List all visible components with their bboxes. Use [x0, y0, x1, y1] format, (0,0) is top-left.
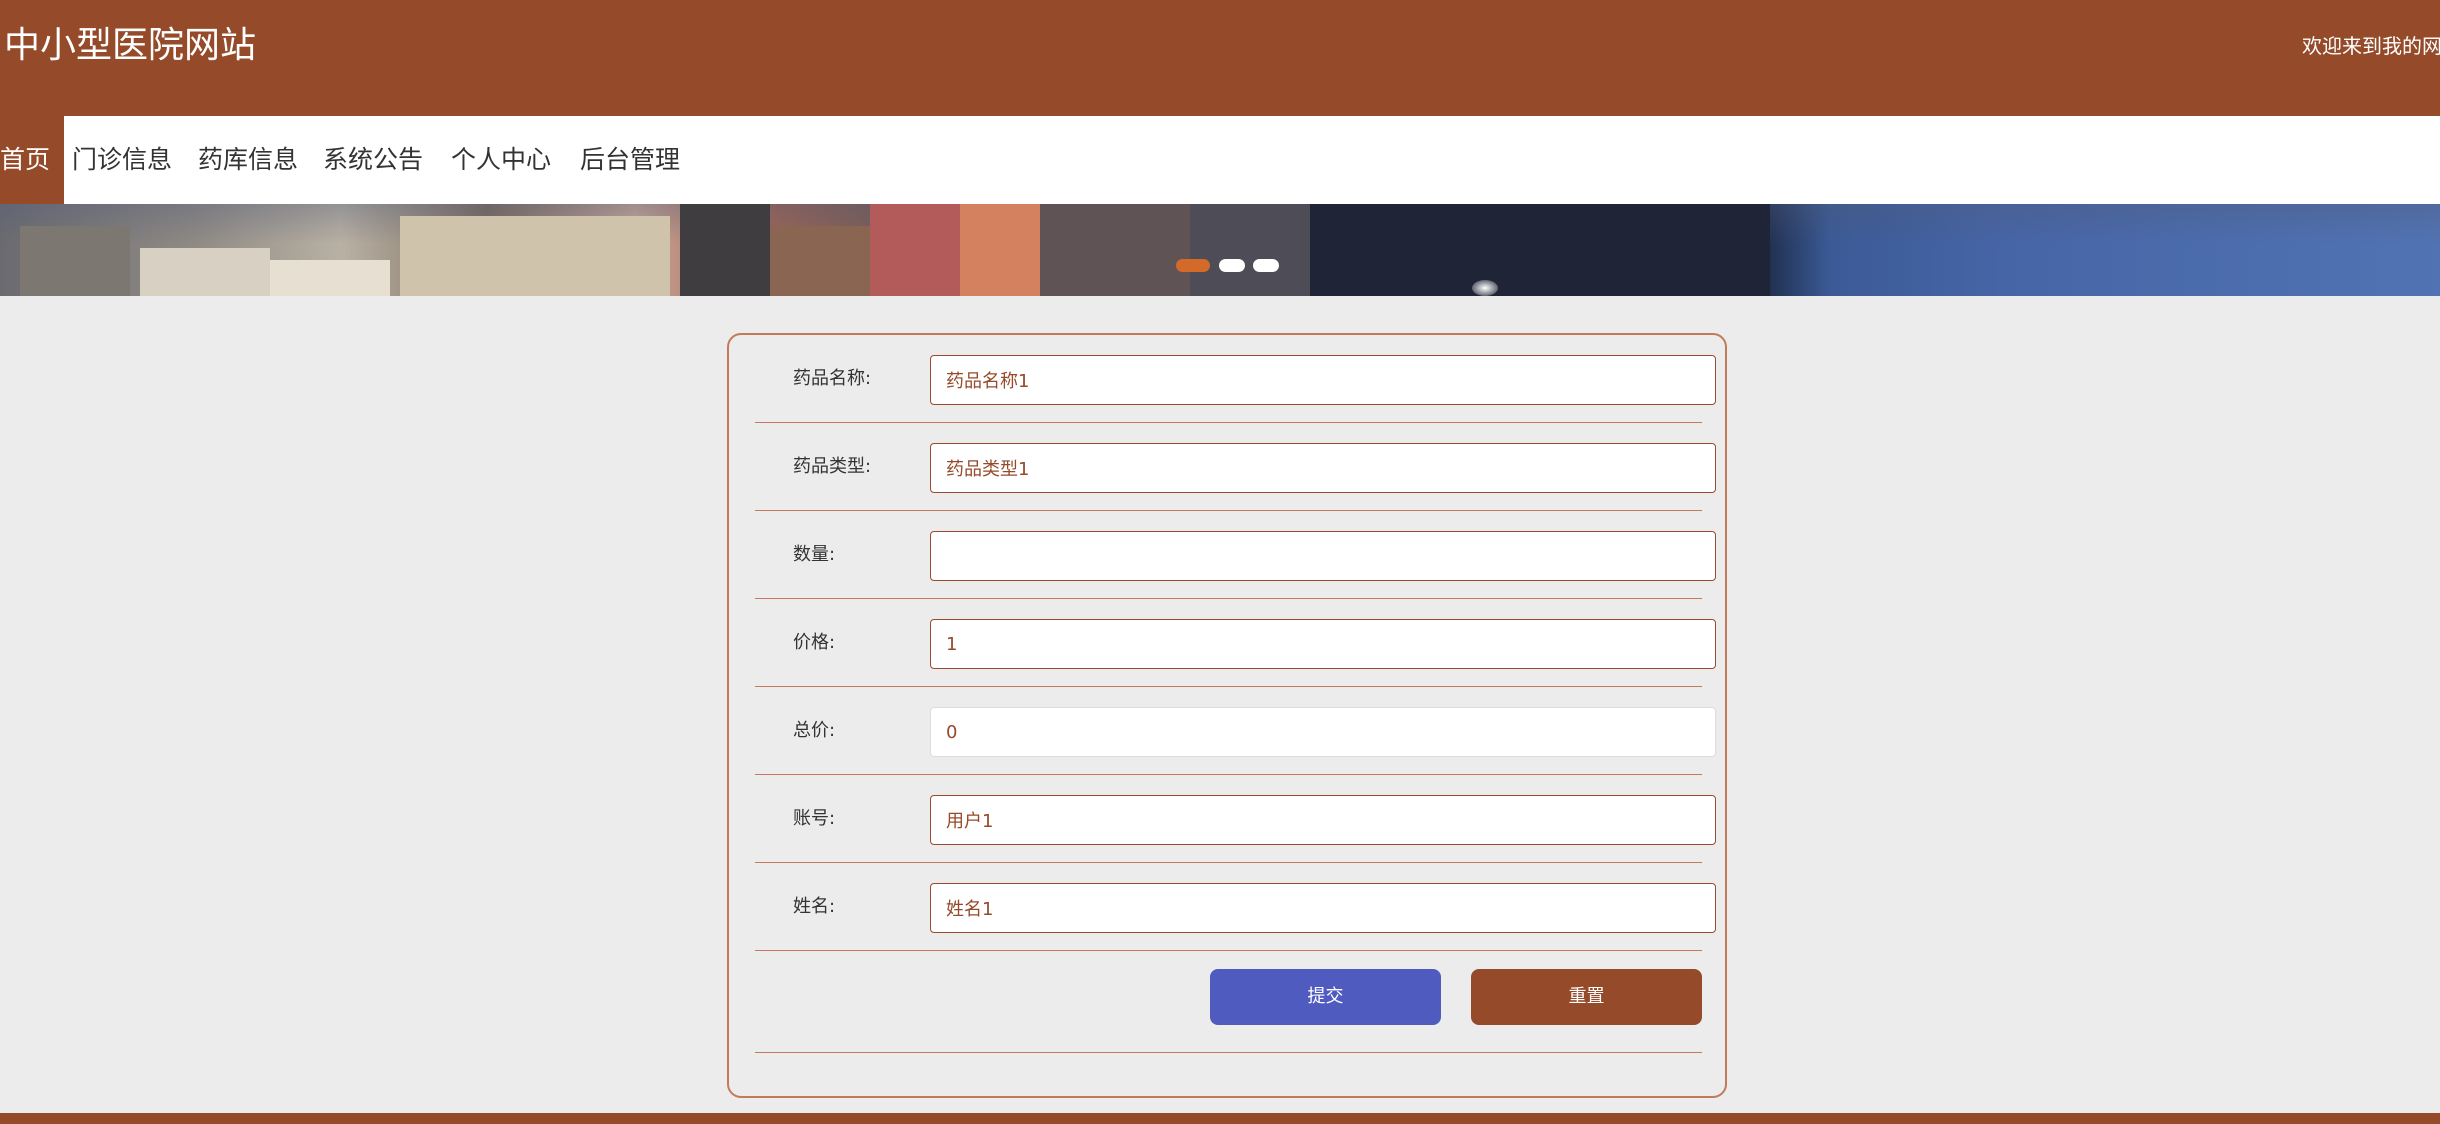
banner-building: [20, 226, 130, 296]
carousel-dot-2[interactable]: [1219, 259, 1245, 272]
price-input[interactable]: [930, 619, 1716, 669]
banner-carousel: [0, 204, 2440, 296]
name-label: 姓名:: [793, 896, 836, 917]
banner-building: [680, 204, 770, 296]
quantity-input[interactable]: [930, 531, 1716, 581]
nav-item-home[interactable]: 首页: [0, 116, 65, 204]
form-actions: 提交 重置: [755, 951, 1702, 1053]
footer-strip: [0, 1113, 2440, 1124]
banner-building: [270, 260, 390, 296]
banner-building: [140, 248, 270, 296]
nav-item-announcements[interactable]: 系统公告: [323, 116, 423, 204]
price-label: 价格:: [793, 632, 836, 653]
carousel-dot-1[interactable]: [1176, 259, 1210, 272]
drug-form: 药品名称: 药品类型: 数量: 价格: 总价: 账号: 姓名: 提交 重置: [727, 333, 1727, 1098]
form-row-account: 账号:: [755, 775, 1716, 863]
welcome-text: 欢迎来到我的网: [2302, 34, 2440, 58]
total-price-label: 总价:: [793, 720, 836, 741]
nav-item-personal-center[interactable]: 个人中心: [451, 116, 551, 204]
main-nav: 首页 门诊信息 药库信息 系统公告 个人中心 后台管理: [0, 116, 2440, 204]
form-row-price: 价格:: [755, 599, 1716, 687]
carousel-dot-3[interactable]: [1253, 259, 1279, 272]
site-header: 中小型医院网站 欢迎来到我的网: [0, 0, 2440, 116]
drug-type-input[interactable]: [930, 443, 1716, 493]
name-input[interactable]: [930, 883, 1716, 933]
quantity-label: 数量:: [793, 544, 836, 565]
form-row-name: 姓名:: [755, 863, 1716, 951]
form-row-drug-type: 药品类型:: [755, 423, 1716, 511]
form-row-drug-name: 药品名称:: [755, 335, 1716, 423]
banner-building: [960, 204, 1040, 296]
account-input[interactable]: [930, 795, 1716, 845]
banner-building: [1190, 204, 1310, 296]
banner-building: [1040, 204, 1190, 296]
banner-cliff: [1310, 204, 1770, 296]
reset-button[interactable]: 重置: [1471, 969, 1702, 1025]
form-row-quantity: 数量:: [755, 511, 1716, 599]
banner-light: [1472, 280, 1498, 296]
drug-type-label: 药品类型:: [793, 456, 872, 477]
submit-button[interactable]: 提交: [1210, 969, 1441, 1025]
drug-name-label: 药品名称:: [793, 368, 872, 389]
form-row-total: 总价:: [755, 687, 1716, 775]
drug-name-input[interactable]: [930, 355, 1716, 405]
banner-building: [400, 216, 670, 296]
nav-item-pharmacy[interactable]: 药库信息: [198, 116, 298, 204]
site-title: 中小型医院网站: [4, 25, 257, 66]
nav-item-clinic[interactable]: 门诊信息: [72, 116, 172, 204]
total-price-input: [930, 707, 1716, 757]
nav-item-admin[interactable]: 后台管理: [580, 116, 680, 204]
banner-building: [770, 226, 870, 296]
banner-building: [870, 204, 960, 296]
account-label: 账号:: [793, 808, 836, 829]
